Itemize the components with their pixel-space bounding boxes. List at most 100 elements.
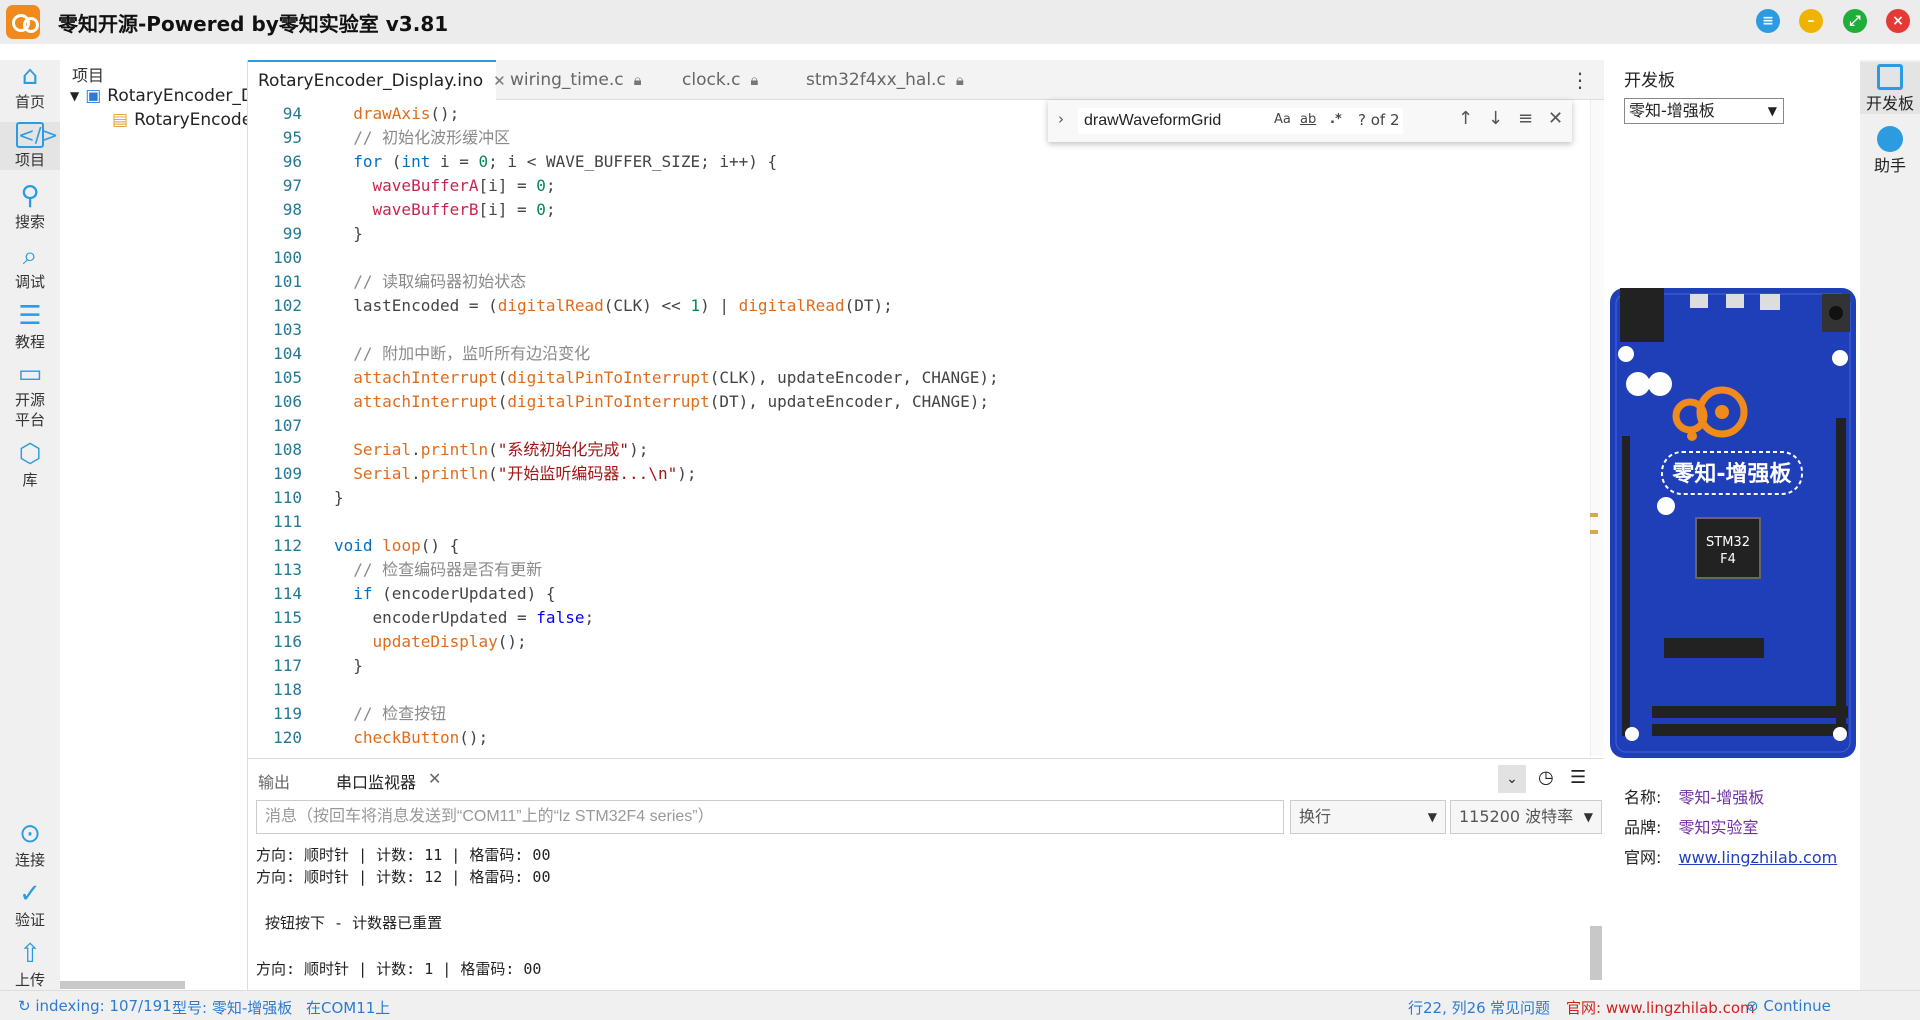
code-text: checkButton(); [353,728,489,747]
board-site-link[interactable]: www.lingzhilab.com [1679,848,1838,867]
continue-button[interactable]: ⊘ Continue [1746,997,1831,1015]
regex-toggle[interactable]: .* [1330,112,1342,127]
board-name-label: 零知-增强板 [1671,461,1792,487]
nav-upload[interactable]: ⇧ 上传 [0,940,60,990]
line-number: 120 [273,728,302,747]
tab-serial-monitor[interactable]: 串口监视器 [336,769,416,793]
code-line[interactable]: 112 void loop() { [248,534,1578,558]
indexing-status: ↻ indexing: 107/191 [18,997,172,1015]
faq-link[interactable]: 常见问题 [1490,997,1550,1018]
close-icon[interactable]: ✕ [428,769,441,788]
lock-icon: 🔒︎ [633,71,642,89]
line-ending-select[interactable]: 换行 ▼ [1290,800,1446,834]
nav-debug[interactable]: ⌕ 调试 [0,242,60,292]
line-number: 101 [273,272,302,291]
code-editor[interactable]: 94 drawAxis(); 95 // 初始化波形缓冲区 96 for (int … [248,100,1604,756]
code-line[interactable]: 104 // 附加中断，监听所有边沿变化 [248,342,1578,366]
code-line[interactable]: 107 [248,414,1578,438]
file-tree-panel: 项目 ▼ ▣ RotaryEncoder_Display ▤ RotaryEnc… [60,60,248,990]
code-line[interactable]: 113 // 检查编码器是否有更新 [248,558,1578,582]
code-line[interactable]: 106 attachInterrupt(digitalPinToInterrup… [248,390,1578,414]
board-name-link[interactable]: 零知-增强板 [1679,788,1765,807]
menu-icon[interactable]: ≡ [1756,9,1780,33]
board-select[interactable]: 零知-增强板 ▼ [1624,98,1784,124]
code-line[interactable]: 97 waveBufferA[i] = 0; [248,174,1578,198]
code-line[interactable]: 119 // 检查按钮 [248,702,1578,726]
code-line[interactable]: 98 waveBufferB[i] = 0; [248,198,1578,222]
tree-root-folder[interactable]: ▼ ▣ RotaryEncoder_Display [70,86,247,106]
minimize-icon[interactable]: – [1799,9,1823,33]
nav-tutorial[interactable]: ☰ 教程 [0,302,60,352]
find-input[interactable] [1078,108,1403,134]
board-site-row: 官网: www.lingzhilab.com [1624,848,1838,867]
code-line[interactable]: 118 [248,678,1578,702]
editor-scrollbar[interactable] [1590,100,1604,756]
code-line[interactable]: 102 lastEncoded = (digitalRead(CLK) << 1… [248,294,1578,318]
nav-search[interactable]: ⚲ 搜索 [0,182,60,232]
chevron-right-icon[interactable]: › [1058,110,1064,128]
code-line[interactable]: 109 Serial.println("开始监听编码器...\n"); [248,462,1578,486]
code-text: if (encoderUpdated) { [353,584,556,603]
code-line[interactable]: 103 [248,318,1578,342]
file-tree-scrollbar[interactable] [60,981,185,989]
bottom-panel-tabs: 输出 串口监视器 ✕ ⌄ ◷ ☰ [248,758,1604,798]
maximize-icon[interactable]: ⤢ [1843,9,1867,33]
code-line[interactable]: 120 checkButton(); [248,726,1578,750]
tree-file-ino[interactable]: ▤ RotaryEncoder_Display.ino [112,110,247,130]
tab-wiring-time[interactable]: wiring_time.c 🔒︎ [500,60,660,100]
serial-message-input[interactable]: 消息（按回车将消息发送到“COM11”上的“lz STM32F4 series”… [256,800,1284,834]
nav-home[interactable]: ⌂ 首页 [0,62,60,112]
code-line[interactable]: 96 for (int i = 0; i < WAVE_BUFFER_SIZE;… [248,150,1578,174]
port-status: 在COM11上 [306,999,391,1017]
nav-board[interactable]: 开发板 [1860,62,1920,114]
line-number: 108 [273,440,302,459]
board-brand-link[interactable]: 零知实验室 [1679,818,1759,837]
close-find-icon[interactable]: ✕ [1548,108,1563,129]
chevron-down-icon: ▼ [1427,810,1437,824]
code-line[interactable]: 115 encoderUpdated = false; [248,606,1578,630]
nav-project[interactable]: </> 项目 [0,122,60,170]
previous-match-icon[interactable]: ↑ [1458,108,1473,129]
serial-output-scrollbar[interactable] [1590,926,1602,980]
code-line[interactable]: 105 attachInterrupt(digitalPinToInterrup… [248,366,1578,390]
app-logo-icon [6,5,40,39]
code-line[interactable]: 101 // 读取编码器初始状态 [248,270,1578,294]
tab-stm32f4xx-hal[interactable]: stm32f4xx_hal.c 🔒︎ [796,60,996,100]
nav-verify[interactable]: ✓ 验证 [0,880,60,930]
autoscroll-icon[interactable]: ⌄ [1498,765,1526,793]
more-options-icon[interactable]: ⋮ [1570,68,1590,92]
serial-line: 方向: 顺时针 | 计数: 11 | 格雷码: 00 [256,846,551,864]
cursor-position[interactable]: 行22, 列26 [1408,997,1486,1018]
tab-rotaryencoder-display[interactable]: RotaryEncoder_Display.ino ✕ [248,60,506,100]
tab-clock[interactable]: clock.c 🔒︎ [672,60,792,100]
line-number: 95 [282,128,302,147]
code-line[interactable]: 111 [248,510,1578,534]
nav-open-platform[interactable]: ▭ 开源 平台 [0,360,60,430]
code-file-icon: </> [16,122,59,148]
nav-connect[interactable]: ⊙ 连接 [0,820,60,870]
code-line[interactable]: 114 if (encoderUpdated) { [248,582,1578,606]
assistant-icon [1877,126,1903,152]
code-line[interactable]: 110} [248,486,1578,510]
timestamp-icon[interactable]: ◷ [1538,767,1554,788]
code-text: } [334,224,363,243]
code-line[interactable]: 99 } [248,222,1578,246]
website-link[interactable]: 官网: www.lingzhilab.com [1566,997,1755,1018]
nav-library[interactable]: ⬡ 库 [0,440,60,490]
clear-output-icon[interactable]: ☰ [1570,767,1586,788]
match-word-toggle[interactable]: ab [1300,112,1316,127]
tab-output[interactable]: 输出 [258,769,290,793]
code-line[interactable]: 108 Serial.println("系统初始化完成"); [248,438,1578,462]
board-model-status: 型号: 零知-增强板 [172,999,293,1017]
match-case-toggle[interactable]: Aa [1274,112,1291,127]
nav-assistant[interactable]: 助手 [1860,124,1920,176]
line-number: 97 [282,176,302,195]
code-text: drawAxis(); [353,104,460,123]
find-in-selection-icon[interactable]: ≡ [1518,108,1533,129]
baud-rate-select[interactable]: 115200 波特率 ▼ [1450,800,1602,834]
code-line[interactable]: 116 updateDisplay(); [248,630,1578,654]
next-match-icon[interactable]: ↓ [1488,108,1503,129]
code-line[interactable]: 117 } [248,654,1578,678]
code-line[interactable]: 100 [248,246,1578,270]
close-window-icon[interactable]: × [1886,9,1910,33]
